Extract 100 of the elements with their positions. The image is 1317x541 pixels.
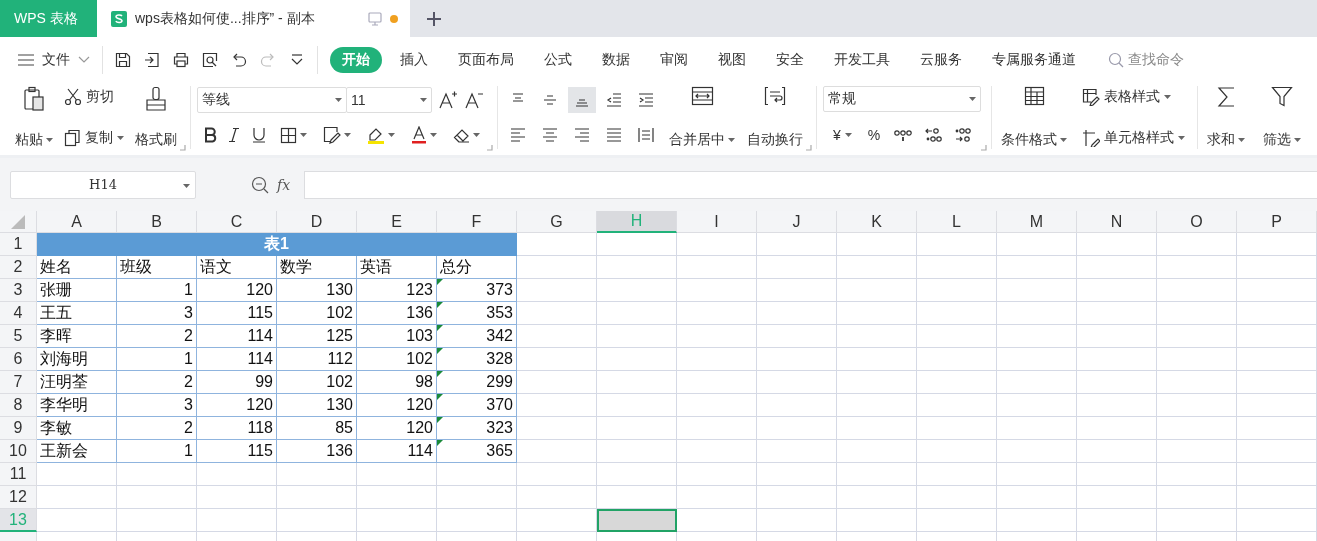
cell-style-button[interactable]: 单元格样式 [1080, 127, 1187, 149]
table-cell[interactable]: 120 [357, 394, 437, 417]
active-cell[interactable] [597, 509, 677, 532]
table-cell[interactable]: 299 [437, 371, 517, 394]
increase-indent-icon[interactable] [638, 92, 654, 108]
table-cell[interactable]: 2 [117, 417, 197, 440]
table-cell[interactable]: 115 [197, 440, 277, 463]
table-cell[interactable]: 365 [437, 440, 517, 463]
table-cell[interactable]: 102 [277, 302, 357, 325]
column-header[interactable]: M [997, 211, 1077, 233]
decrease-decimal-icon[interactable] [954, 128, 973, 142]
paste-button[interactable]: 粘贴 [12, 82, 56, 155]
row-header[interactable]: 12 [0, 486, 37, 509]
table-cell[interactable]: 120 [357, 417, 437, 440]
row-header[interactable]: 6 [0, 348, 37, 371]
ribbon-tab[interactable]: 页面布局 [446, 46, 526, 73]
column-header[interactable]: K [837, 211, 917, 233]
table-cell[interactable]: 136 [277, 440, 357, 463]
row-header[interactable]: 4 [0, 302, 37, 325]
font-size-select[interactable]: 11 [346, 87, 432, 113]
table-cell[interactable]: 118 [197, 417, 277, 440]
name-box[interactable]: H14 [10, 170, 196, 199]
column-header[interactable]: C [197, 211, 277, 233]
table-cell[interactable]: 1 [117, 348, 197, 371]
copy-button[interactable]: 复制 [62, 127, 126, 149]
table-header-cell[interactable]: 班级 [117, 256, 197, 279]
conditional-format-button[interactable]: 条件格式 [998, 82, 1070, 155]
ribbon-tab[interactable]: 审阅 [648, 46, 700, 73]
table-style-button[interactable]: 表格样式 [1080, 86, 1187, 108]
column-header[interactable]: N [1077, 211, 1157, 233]
table-cell[interactable]: 130 [277, 279, 357, 302]
table-header-cell[interactable]: 英语 [357, 256, 437, 279]
column-header[interactable]: E [357, 211, 437, 233]
merge-center-button[interactable]: 合并居中 [666, 82, 738, 155]
table-cell[interactable]: 370 [437, 394, 517, 417]
table-cell[interactable]: 103 [357, 325, 437, 348]
row-header[interactable]: 5 [0, 325, 37, 348]
align-bottom-icon[interactable] [568, 87, 596, 113]
column-header[interactable]: P [1237, 211, 1317, 233]
table-header-cell[interactable]: 姓名 [37, 256, 117, 279]
align-right-icon[interactable] [574, 127, 590, 143]
column-header[interactable]: G [517, 211, 597, 233]
bold-icon[interactable] [203, 127, 217, 143]
row-header[interactable]: 1 [0, 233, 37, 256]
table-cell[interactable]: 王新会 [37, 440, 117, 463]
ribbon-tab[interactable]: 安全 [764, 46, 816, 73]
ribbon-tab[interactable]: 云服务 [908, 46, 974, 73]
table-header-cell[interactable]: 语文 [197, 256, 277, 279]
format-painter-button[interactable]: 格式刷 [132, 82, 180, 155]
table-cell[interactable]: 114 [197, 325, 277, 348]
row-header[interactable]: 10 [0, 440, 37, 463]
filter-button[interactable]: 筛选 [1260, 82, 1304, 155]
increase-font-size-icon[interactable] [438, 91, 458, 109]
table-cell[interactable]: 373 [437, 279, 517, 302]
save-icon[interactable] [115, 51, 131, 68]
table-cell[interactable]: 342 [437, 325, 517, 348]
currency-button[interactable]: ¥ [831, 125, 854, 145]
font-name-select[interactable]: 等线 [197, 87, 347, 113]
formula-input[interactable] [304, 170, 1317, 199]
distributed-align-icon[interactable] [638, 127, 654, 143]
underline-icon[interactable] [251, 127, 267, 143]
table-cell[interactable]: 125 [277, 325, 357, 348]
file-menu[interactable]: 文件 [18, 50, 90, 69]
table-cell[interactable]: 汪明荃 [37, 371, 117, 394]
table-cell[interactable]: 王五 [37, 302, 117, 325]
table-cell[interactable]: 张珊 [37, 279, 117, 302]
decrease-font-size-icon[interactable] [464, 91, 484, 109]
table-cell[interactable]: 120 [197, 394, 277, 417]
table-cell[interactable]: 1 [117, 279, 197, 302]
function-label[interactable]: fx [277, 176, 291, 193]
table-cell[interactable]: 123 [357, 279, 437, 302]
borders-icon[interactable] [280, 126, 297, 144]
ribbon-tab[interactable]: 视图 [706, 46, 758, 73]
undo-icon[interactable] [231, 51, 247, 68]
table-cell[interactable]: 3 [117, 394, 197, 417]
column-header[interactable]: I [677, 211, 757, 233]
table-cell[interactable]: 102 [357, 348, 437, 371]
column-header[interactable]: J [757, 211, 837, 233]
ribbon-tab[interactable]: 数据 [590, 46, 642, 73]
row-header[interactable]: 3 [0, 279, 37, 302]
table-cell[interactable]: 2 [117, 325, 197, 348]
document-tab[interactable]: wps表格如何使...排序” - 副本 [97, 0, 410, 37]
print-icon[interactable] [173, 51, 189, 68]
table-cell[interactable]: 115 [197, 302, 277, 325]
table-cell[interactable]: 99 [197, 371, 277, 394]
align-center-icon[interactable] [542, 127, 558, 143]
table-cell[interactable]: 136 [357, 302, 437, 325]
table-cell[interactable]: 85 [277, 417, 357, 440]
row-header[interactable]: 9 [0, 417, 37, 440]
column-header[interactable]: L [917, 211, 997, 233]
table-cell[interactable]: 李晖 [37, 325, 117, 348]
column-header[interactable]: B [117, 211, 197, 233]
table-cell[interactable]: 李敏 [37, 417, 117, 440]
table-cell[interactable]: 1 [117, 440, 197, 463]
table-cell[interactable]: 98 [357, 371, 437, 394]
table-cell[interactable]: 102 [277, 371, 357, 394]
thousands-separator-icon[interactable] [894, 128, 913, 142]
column-header[interactable]: F [437, 211, 517, 233]
ribbon-tab[interactable]: 插入 [388, 46, 440, 73]
align-left-icon[interactable] [510, 127, 526, 143]
